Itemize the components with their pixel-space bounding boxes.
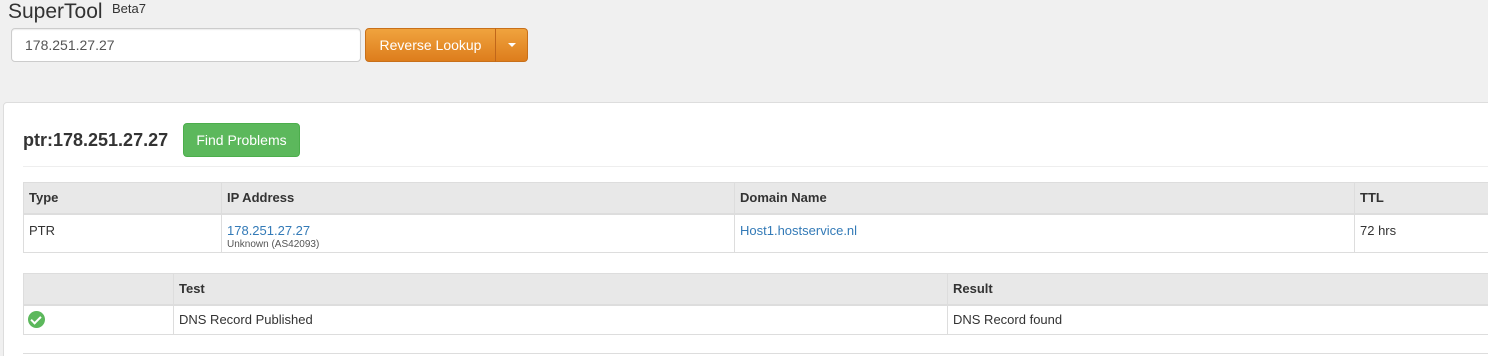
find-problems-button[interactable]: Find Problems [183,123,300,157]
reverse-lookup-button[interactable]: Reverse Lookup [365,28,496,62]
tests-header-row: Test Result [23,273,1488,306]
divider [23,166,1488,167]
records-table: Type IP Address Domain Name TTL PTR 178.… [23,182,1488,253]
col-header-test: Test [173,273,948,306]
col-header-ip-address: IP Address [221,182,735,215]
tests-table: Test Result DNS Record Published DNS Rec… [23,273,1488,335]
result-title: ptr:178.251.27.27 [23,130,169,150]
test-result-cell: DNS Record found [947,304,1488,335]
col-header-ttl: TTL [1354,182,1488,215]
col-header-status [23,273,174,306]
ip-asn-info: Unknown (AS42093) [227,238,320,250]
record-ip-cell: 178.251.27.27 Unknown (AS42093) [221,213,735,253]
search-input[interactable] [11,28,361,62]
col-header-domain-name: Domain Name [734,182,1355,215]
app-version-badge: Beta7 [112,1,146,16]
col-header-type: Type [23,182,222,215]
check-circle-icon [28,311,45,329]
test-status-cell [23,304,174,335]
record-ttl-cell: 72 hrs [1354,213,1488,253]
divider [23,353,1488,354]
ip-address-link[interactable]: 178.251.27.27 [227,223,310,238]
lookup-button-group: Reverse Lookup [365,28,528,62]
table-row: DNS Record Published DNS Record found [23,304,1488,335]
lookup-dropdown-toggle[interactable] [495,28,528,62]
records-header-row: Type IP Address Domain Name TTL [23,182,1488,215]
record-domain-cell: Host1.hostservice.nl [734,213,1355,253]
record-type-cell: PTR [23,213,222,253]
domain-name-link[interactable]: Host1.hostservice.nl [740,223,857,238]
caret-down-icon [507,43,516,47]
table-row: PTR 178.251.27.27 Unknown (AS42093) Host… [23,213,1488,253]
test-name-cell: DNS Record Published [173,304,948,335]
app-title: SuperTool [8,0,103,23]
col-header-result: Result [947,273,1488,306]
